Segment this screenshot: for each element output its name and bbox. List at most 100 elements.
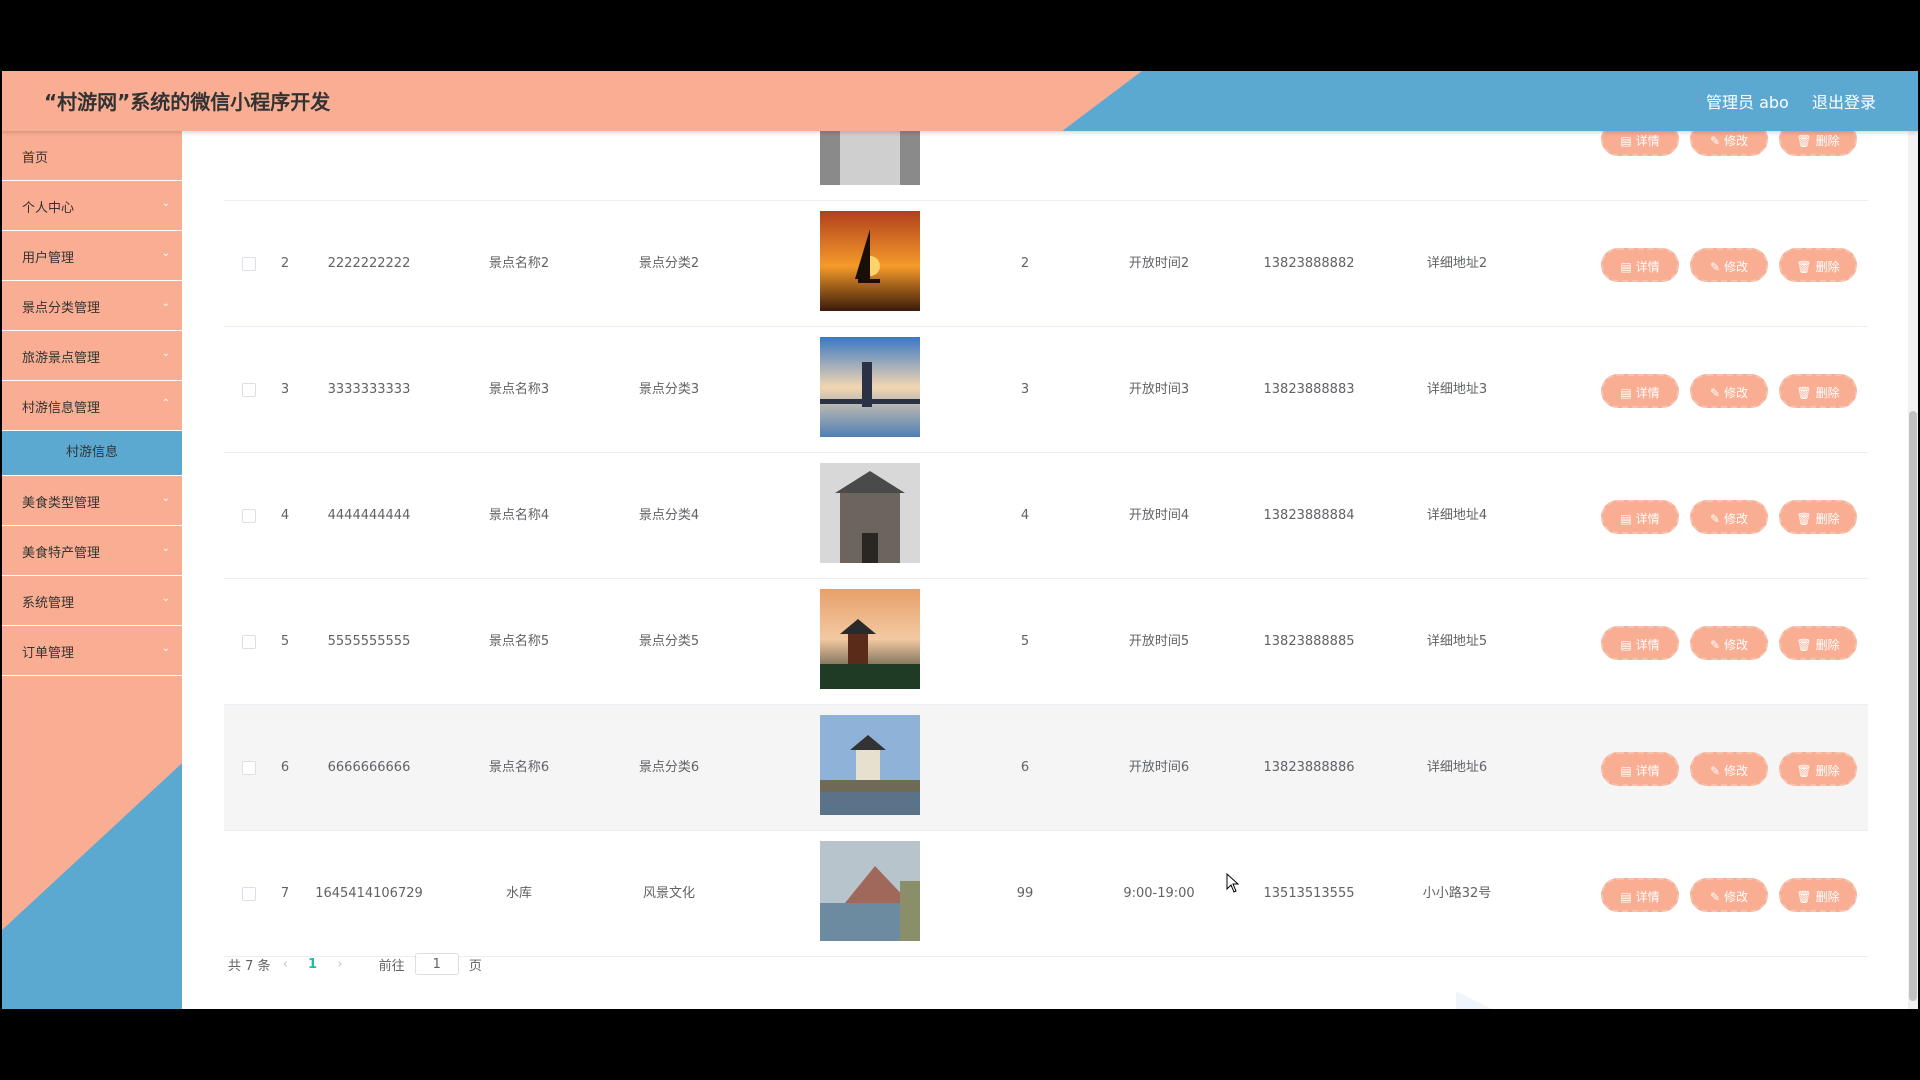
sidebar-item-user-management[interactable]: 用户管理 ⌄ [2, 231, 182, 281]
sidebar-subitem-village-tour[interactable]: 村游信息 [2, 431, 182, 476]
chevron-down-icon: ⌄ [161, 593, 170, 604]
sidebar-item-home[interactable]: 首页 [2, 131, 182, 181]
row-checkbox[interactable] [242, 635, 256, 649]
cell-address: 详细地址3 [1426, 382, 1488, 397]
pencil-icon: ✎ [1709, 260, 1721, 274]
delete-button[interactable]: 🗑 删除 [1779, 131, 1857, 156]
cell-category: 景点分类5 [638, 634, 700, 649]
cell-num: 5 [1020, 634, 1030, 649]
delete-button[interactable]: 🗑 删除 [1779, 752, 1857, 786]
row-checkbox[interactable] [242, 761, 256, 775]
detail-button[interactable]: ▤ 详情 [1601, 752, 1679, 786]
trash-icon: 🗑 [1796, 638, 1812, 652]
cell-hours: 开放时间6 [1128, 760, 1190, 775]
sidebar-item-label: 系统管理 [22, 596, 75, 611]
detail-button[interactable]: ▤ 详情 [1601, 626, 1679, 660]
cell-id [304, 131, 434, 201]
row-checkbox[interactable] [242, 509, 256, 523]
trash-icon: 🗑 [1796, 134, 1812, 148]
document-icon: ▤ [1620, 512, 1632, 526]
detail-button[interactable]: ▤ 详情 [1601, 248, 1679, 282]
sidebar-item-food-specialty[interactable]: 美食特产管理 ⌄ [2, 526, 182, 576]
edit-button[interactable]: ✎ 修改 [1690, 131, 1768, 156]
current-user-label: 管理员 abo [1706, 93, 1789, 112]
pencil-icon: ✎ [1709, 638, 1721, 652]
detail-button-label: 详情 [1635, 386, 1660, 400]
delete-button-label: 删除 [1815, 890, 1840, 904]
cell-address: 小小路32号 [1422, 886, 1492, 901]
scenic-thumbnail [820, 337, 920, 437]
detail-button-label: 详情 [1635, 638, 1660, 652]
vertical-scrollbar[interactable] [1908, 131, 1918, 1009]
delete-button[interactable]: 🗑 删除 [1779, 248, 1857, 282]
detail-button[interactable]: ▤ 详情 [1601, 131, 1679, 156]
sidebar-item-label: 村游信息管理 [22, 401, 101, 416]
pagination-total: 共 7 条 [228, 958, 271, 974]
pencil-icon: ✎ [1709, 512, 1721, 526]
cell-phone: 13823888882 [1263, 256, 1355, 271]
next-page-icon[interactable]: › [337, 957, 342, 972]
cell-id: 2222222222 [327, 256, 411, 271]
edit-button[interactable]: ✎ 修改 [1690, 248, 1768, 282]
trash-icon: 🗑 [1796, 260, 1812, 274]
cell-name: 水库 [505, 886, 532, 901]
cell-index [270, 131, 300, 201]
cell-id: 3333333333 [327, 382, 411, 397]
scrollbar-thumb[interactable] [1909, 411, 1917, 1001]
cell-phone: 13823888886 [1263, 760, 1355, 775]
sidebar-item-label: 旅游景点管理 [22, 351, 101, 366]
detail-button-label: 详情 [1635, 512, 1660, 526]
sidebar-item-label: 订单管理 [22, 646, 75, 661]
table-row: ▤ 详情 ✎ 修改 🗑 删除 [224, 131, 1868, 201]
edit-button-label: 修改 [1724, 134, 1749, 148]
edit-button[interactable]: ✎ 修改 [1690, 626, 1768, 660]
detail-button[interactable]: ▤ 详情 [1601, 500, 1679, 534]
edit-button[interactable]: ✎ 修改 [1690, 374, 1768, 408]
cell-num: 99 [1016, 886, 1034, 901]
app-window: “村游网”系统的微信小程序开发 管理员 abo 退出登录 首页 个人中心 ⌄ 用… [2, 71, 1918, 1009]
row-checkbox[interactable] [242, 257, 256, 271]
cell-address: 详细地址4 [1426, 508, 1488, 523]
detail-button-label: 详情 [1635, 890, 1660, 904]
cell-num [1000, 131, 1050, 201]
document-icon: ▤ [1620, 134, 1632, 148]
detail-button[interactable]: ▤ 详情 [1601, 878, 1679, 912]
sidebar-item-orders[interactable]: 订单管理 ⌄ [2, 626, 182, 676]
cell-hours: 开放时间4 [1128, 508, 1190, 523]
goto-page-input[interactable] [414, 953, 459, 975]
trash-icon: 🗑 [1796, 386, 1812, 400]
sidebar-item-village-tour-info[interactable]: 村游信息管理 ⌃ [2, 381, 182, 431]
sidebar-item-label: 景点分类管理 [22, 301, 101, 316]
edit-button-label: 修改 [1724, 260, 1749, 274]
chevron-down-icon: ⌄ [161, 298, 170, 309]
scenic-thumbnail [820, 589, 920, 689]
delete-button[interactable]: 🗑 删除 [1779, 374, 1857, 408]
detail-button[interactable]: ▤ 详情 [1601, 374, 1679, 408]
sidebar-item-food-type[interactable]: 美食类型管理 ⌄ [2, 476, 182, 526]
page-number-current[interactable]: 1 [308, 957, 317, 972]
delete-button[interactable]: 🗑 删除 [1779, 626, 1857, 660]
table-row: 6 6666666666 景点名称6 景点分类6 6 开放时间6 13823888886 详细… [224, 705, 1868, 831]
trash-icon: 🗑 [1796, 890, 1812, 904]
delete-button[interactable]: 🗑 删除 [1779, 878, 1857, 912]
edit-button[interactable]: ✎ 修改 [1690, 752, 1768, 786]
cell-phone: 13823888885 [1263, 634, 1355, 649]
sidebar-item-scenic-category[interactable]: 景点分类管理 ⌄ [2, 281, 182, 331]
delete-button-label: 删除 [1815, 134, 1840, 148]
mouse-cursor-icon [1226, 873, 1240, 893]
row-checkbox[interactable] [242, 887, 256, 901]
pencil-icon: ✎ [1709, 890, 1721, 904]
document-icon: ▤ [1620, 638, 1632, 652]
logout-link[interactable]: 退出登录 [1812, 89, 1876, 113]
sidebar-item-scenic-spots[interactable]: 旅游景点管理 ⌄ [2, 331, 182, 381]
delete-button[interactable]: 🗑 删除 [1779, 500, 1857, 534]
prev-page-icon[interactable]: ‹ [283, 957, 288, 972]
sidebar-item-label: 美食类型管理 [22, 496, 101, 511]
row-checkbox[interactable] [242, 383, 256, 397]
detail-button-label: 详情 [1635, 260, 1660, 274]
cell-index: 7 [280, 886, 290, 901]
sidebar-item-system[interactable]: 系统管理 ⌄ [2, 576, 182, 626]
sidebar-item-personal-center[interactable]: 个人中心 ⌄ [2, 181, 182, 231]
edit-button[interactable]: ✎ 修改 [1690, 878, 1768, 912]
edit-button[interactable]: ✎ 修改 [1690, 500, 1768, 534]
